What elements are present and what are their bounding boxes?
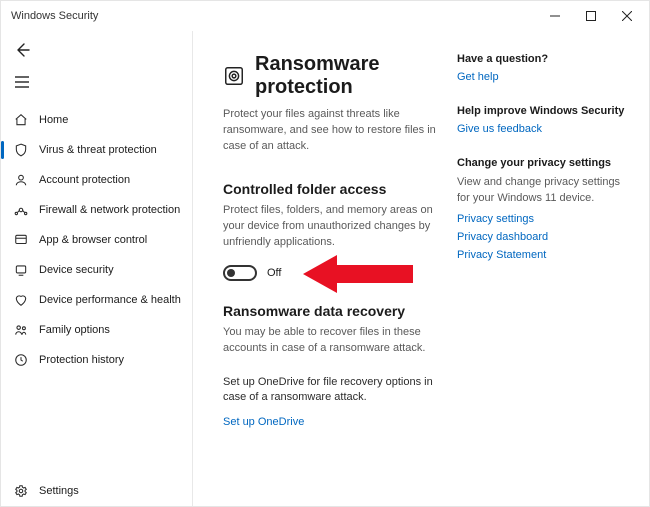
cfa-desc: Protect files, folders, and memory areas… [223, 203, 437, 251]
minimize-button[interactable] [537, 1, 573, 31]
sidebar-item-label: App & browser control [39, 234, 147, 246]
sidebar-item-device-performance[interactable]: Device performance & health [1, 285, 192, 315]
sidebar-item-label: Family options [39, 324, 110, 336]
privacy-dashboard-link[interactable]: Privacy dashboard [457, 231, 633, 243]
sidebar-item-label: Protection history [39, 354, 124, 366]
sidebar-item-label: Settings [39, 485, 79, 497]
maximize-button[interactable] [573, 1, 609, 31]
shield-icon [13, 142, 29, 158]
close-button[interactable] [609, 1, 645, 31]
hamburger-button[interactable] [5, 67, 39, 97]
sidebar-item-home[interactable]: Home [1, 105, 192, 135]
page-lead: Protect your files against threats like … [223, 107, 437, 155]
sidebar: Home Virus & threat protection Account p… [1, 31, 193, 506]
sidebar-item-app-browser[interactable]: App & browser control [1, 225, 192, 255]
cfa-toggle[interactable] [223, 265, 257, 281]
sidebar-item-protection-history[interactable]: Protection history [1, 345, 192, 375]
cfa-heading: Controlled folder access [223, 181, 437, 197]
sidebar-item-label: Virus & threat protection [39, 144, 157, 156]
page-title: Ransomware protection [255, 53, 437, 99]
app-browser-icon [13, 232, 29, 248]
red-arrow-annotation [303, 253, 413, 300]
onedrive-link[interactable]: Set up OneDrive [223, 416, 437, 428]
main-content: Ransomware protection Protect your files… [223, 53, 437, 496]
sidebar-item-family[interactable]: Family options [1, 315, 192, 345]
privacy-statement-link[interactable]: Privacy Statement [457, 249, 633, 261]
aside-privacy-desc: View and change privacy settings for you… [457, 175, 633, 207]
family-icon [13, 322, 29, 338]
back-button[interactable] [5, 35, 39, 65]
sidebar-item-label: Device performance & health [39, 294, 181, 306]
feedback-link[interactable]: Give us feedback [457, 123, 633, 135]
sidebar-item-account[interactable]: Account protection [1, 165, 192, 195]
aside-question-heading: Have a question? [457, 53, 633, 65]
cfa-toggle-label: Off [267, 267, 281, 279]
gear-icon [13, 483, 29, 499]
titlebar: Windows Security [1, 1, 649, 31]
nav-list: Home Virus & threat protection Account p… [1, 105, 192, 375]
recovery-heading: Ransomware data recovery [223, 303, 437, 319]
sidebar-item-firewall[interactable]: Firewall & network protection [1, 195, 192, 225]
sidebar-item-device-security[interactable]: Device security [1, 255, 192, 285]
account-icon [13, 172, 29, 188]
sidebar-item-label: Home [39, 114, 68, 126]
get-help-link[interactable]: Get help [457, 71, 633, 83]
aside-privacy-heading: Change your privacy settings [457, 157, 633, 169]
recovery-desc: You may be able to recover files in thes… [223, 325, 437, 357]
sidebar-item-virus[interactable]: Virus & threat protection [1, 135, 192, 165]
aside: Have a question? Get help Help improve W… [457, 53, 633, 496]
sidebar-item-settings[interactable]: Settings [1, 476, 192, 506]
sidebar-item-label: Account protection [39, 174, 130, 186]
ransomware-icon [223, 65, 245, 87]
sidebar-item-label: Firewall & network protection [39, 204, 180, 216]
sidebar-item-label: Device security [39, 264, 114, 276]
onedrive-text: Set up OneDrive for file recovery option… [223, 375, 437, 407]
firewall-icon [13, 202, 29, 218]
history-icon [13, 352, 29, 368]
aside-improve-heading: Help improve Windows Security [457, 105, 633, 117]
heart-icon [13, 292, 29, 308]
privacy-settings-link[interactable]: Privacy settings [457, 213, 633, 225]
window-title: Windows Security [11, 10, 98, 22]
device-security-icon [13, 262, 29, 278]
home-icon [13, 112, 29, 128]
